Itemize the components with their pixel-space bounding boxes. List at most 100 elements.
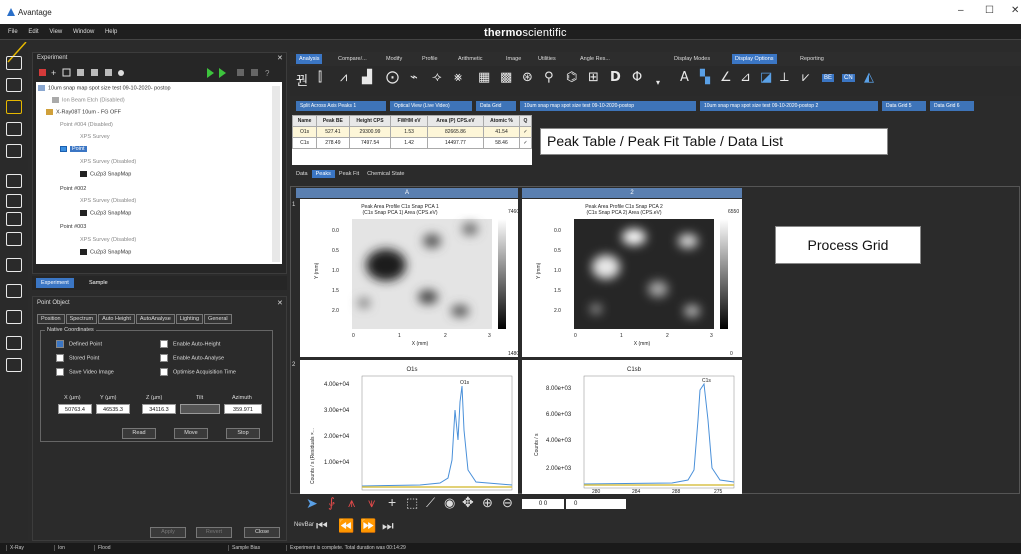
tree-node-point-003[interactable]: Point #003 bbox=[60, 224, 86, 230]
data-grid-icon[interactable] bbox=[6, 258, 22, 272]
doc-tab-snapmap-2[interactable]: 10um snap map spot size test 09-10-2020-… bbox=[700, 101, 878, 111]
tab-spectrum[interactable]: Spectrum bbox=[65, 314, 98, 324]
tree-scrollbar[interactable] bbox=[272, 86, 280, 262]
tree-node-snapmap-3[interactable]: Cu2p3 SnapMap bbox=[80, 249, 131, 255]
tab-auto-height[interactable]: Auto Height bbox=[98, 314, 135, 324]
magnify-icon[interactable]: ⚲ bbox=[544, 70, 554, 85]
phi-icon[interactable]: Φ bbox=[632, 70, 642, 85]
close-icon[interactable]: ✕ bbox=[277, 54, 283, 62]
tree-node-survey[interactable]: XPS Survey bbox=[80, 134, 110, 140]
peak-marker-icon[interactable]: ⨑ bbox=[328, 495, 335, 511]
checkbox-icon[interactable] bbox=[56, 368, 64, 376]
blue-font-icon[interactable]: ▚ bbox=[700, 70, 710, 85]
chart-icon[interactable]: ▟ bbox=[362, 70, 372, 85]
experiment-toolbar[interactable]: + ? bbox=[37, 67, 282, 79]
menu-edit[interactable]: Edit bbox=[28, 24, 38, 40]
new-document-icon[interactable] bbox=[6, 56, 22, 70]
scale-blue-icon[interactable]: ◪ bbox=[760, 70, 772, 85]
save-icon[interactable] bbox=[6, 122, 22, 136]
close-button[interactable]: ✕ bbox=[1011, 5, 1019, 16]
tab-reporting[interactable]: Reporting bbox=[800, 54, 824, 64]
close-dialog-button[interactable]: Close bbox=[244, 527, 280, 538]
region-icon[interactable]: ⩛ bbox=[368, 495, 375, 511]
tab-modify[interactable]: Modify bbox=[386, 54, 402, 64]
grid-column-header[interactable]: A bbox=[296, 188, 518, 198]
tab-analysis[interactable]: Analysis bbox=[296, 54, 323, 64]
maximize-button[interactable]: ☐ bbox=[985, 5, 994, 16]
spectrum-cell[interactable]: O1s 4.00e+04 3.00e+04 2.00e+04 1.00e+04 … bbox=[300, 360, 518, 494]
frame-icon[interactable]: ⊞ bbox=[588, 70, 599, 85]
grid-row-header[interactable]: 2 bbox=[292, 362, 295, 368]
menu-file[interactable]: File bbox=[8, 24, 18, 40]
grid-row-header[interactable]: 1 bbox=[292, 202, 295, 208]
tab-compare[interactable]: Compare/... bbox=[338, 54, 367, 64]
doc-tab-grid[interactable]: Data Grid bbox=[476, 101, 516, 111]
table-row[interactable]: O1s 527.41 29300.99 1.53 82665.86 41.54 ✓ bbox=[291, 126, 532, 138]
checkbox-icon[interactable] bbox=[160, 340, 168, 348]
map-cell[interactable]: Peak Area Profile C1s Snap PCA 2 (C1s Sn… bbox=[522, 199, 742, 357]
doc-tab-optical[interactable]: Optical View (Live Video) bbox=[390, 101, 472, 111]
tab-autoanalyse[interactable]: AutoAnalyse bbox=[135, 314, 175, 324]
tab-experiment[interactable]: Experiment bbox=[36, 278, 74, 288]
subtab-data[interactable]: Data bbox=[292, 170, 312, 178]
zoom-field[interactable]: 0 bbox=[566, 499, 626, 509]
stop-button[interactable]: Stop bbox=[226, 428, 260, 439]
tree-node-xray[interactable]: X-Ray08T 10um - FG OFF bbox=[46, 109, 121, 115]
menu-help[interactable]: Help bbox=[105, 24, 117, 40]
target-icon[interactable]: ⊛ bbox=[522, 70, 533, 85]
check-auto-height[interactable]: Enable Auto-Height bbox=[160, 340, 220, 348]
tree-node-survey-disabled[interactable]: XPS Survey (Disabled) bbox=[80, 159, 136, 165]
move-button[interactable]: Move bbox=[174, 428, 208, 439]
multi-peak-icon[interactable]: ⩚ bbox=[348, 495, 355, 511]
tree-node-survey-disabled-2[interactable]: XPS Survey (Disabled) bbox=[80, 198, 136, 204]
apply-button[interactable]: Apply bbox=[150, 527, 186, 538]
spectrum-icon[interactable] bbox=[6, 174, 22, 188]
tree-node-experiment[interactable]: 10um snap map spot size test 09-10-2020-… bbox=[38, 85, 171, 91]
read-button[interactable]: Read bbox=[122, 428, 156, 439]
intensity-icon[interactable]: ◭ bbox=[864, 70, 874, 85]
tilt-field[interactable] bbox=[180, 404, 220, 414]
layer-icon[interactable]: ▦ bbox=[478, 70, 490, 85]
peak-fit-icon[interactable]: ⫿ bbox=[318, 70, 322, 85]
last-icon[interactable]: ⏭ bbox=[382, 518, 394, 534]
doc-tab-grid-6[interactable]: Data Grid 6 bbox=[930, 101, 974, 111]
dropdown-icon[interactable]: ▾ bbox=[656, 78, 660, 87]
overlay-icon[interactable]: ▩ bbox=[500, 70, 512, 85]
subtab-peaks[interactable]: Peaks bbox=[311, 170, 335, 178]
tree-node-point[interactable]: Point bbox=[60, 146, 87, 153]
crosshair-icon[interactable]: + bbox=[388, 494, 396, 510]
cn-button[interactable]: CN bbox=[842, 74, 855, 82]
prev-icon[interactable]: ⏪ bbox=[338, 518, 354, 534]
menu-view[interactable]: View bbox=[49, 24, 62, 40]
tree-node-etch[interactable]: Ion Beam Etch (Disabled) bbox=[52, 97, 125, 103]
first-icon[interactable]: ⏮ bbox=[316, 518, 328, 534]
zoom-in-icon[interactable]: ⊕ bbox=[482, 495, 493, 511]
checkbox-icon[interactable] bbox=[160, 354, 168, 362]
map-cell[interactable]: Peak Area Profile C1s Snap PCA 1 (C1s Sn… bbox=[300, 199, 519, 357]
doc-tab-grid-5[interactable]: Data Grid 5 bbox=[882, 101, 926, 111]
line-icon[interactable]: ⟋ bbox=[426, 495, 435, 511]
axis-icon[interactable]: ∠ bbox=[720, 70, 732, 85]
background-icon[interactable]: ⟢ bbox=[432, 70, 442, 85]
tab-lighting[interactable]: Lighting bbox=[175, 314, 204, 324]
tab-arithmetic[interactable]: Arithmetic bbox=[458, 54, 482, 64]
grid-column-header[interactable]: 2 bbox=[522, 188, 742, 198]
subtab-chemical-state[interactable]: Chemical State bbox=[363, 170, 408, 178]
check-defined-point[interactable]: Defined Point bbox=[56, 340, 102, 348]
check-save-video[interactable]: Save Video Image bbox=[56, 368, 114, 376]
spectrum-tool-icon[interactable]: ⨀ bbox=[386, 70, 399, 85]
zoom-out-icon[interactable]: ⊖ bbox=[502, 495, 513, 511]
tab-position[interactable]: Position bbox=[37, 314, 65, 324]
tab-sample[interactable]: Sample bbox=[84, 278, 113, 288]
table-icon[interactable] bbox=[6, 100, 22, 114]
q-checkbox[interactable]: ✓ bbox=[519, 126, 532, 138]
q-checkbox[interactable]: ✓ bbox=[519, 137, 532, 149]
tree-node-snapmap[interactable]: Cu2p3 SnapMap bbox=[80, 171, 131, 177]
tree-node-point-002[interactable]: Point #002 bbox=[60, 186, 86, 192]
tab-utilities[interactable]: Utilities bbox=[538, 54, 556, 64]
point-icon[interactable]: ◉ bbox=[444, 495, 455, 511]
tab-angle-res[interactable]: Angle Res... bbox=[580, 54, 610, 64]
run-icon[interactable] bbox=[6, 358, 22, 372]
peak-icon[interactable] bbox=[6, 194, 22, 208]
tab-display-options[interactable]: Display Options bbox=[732, 54, 777, 64]
